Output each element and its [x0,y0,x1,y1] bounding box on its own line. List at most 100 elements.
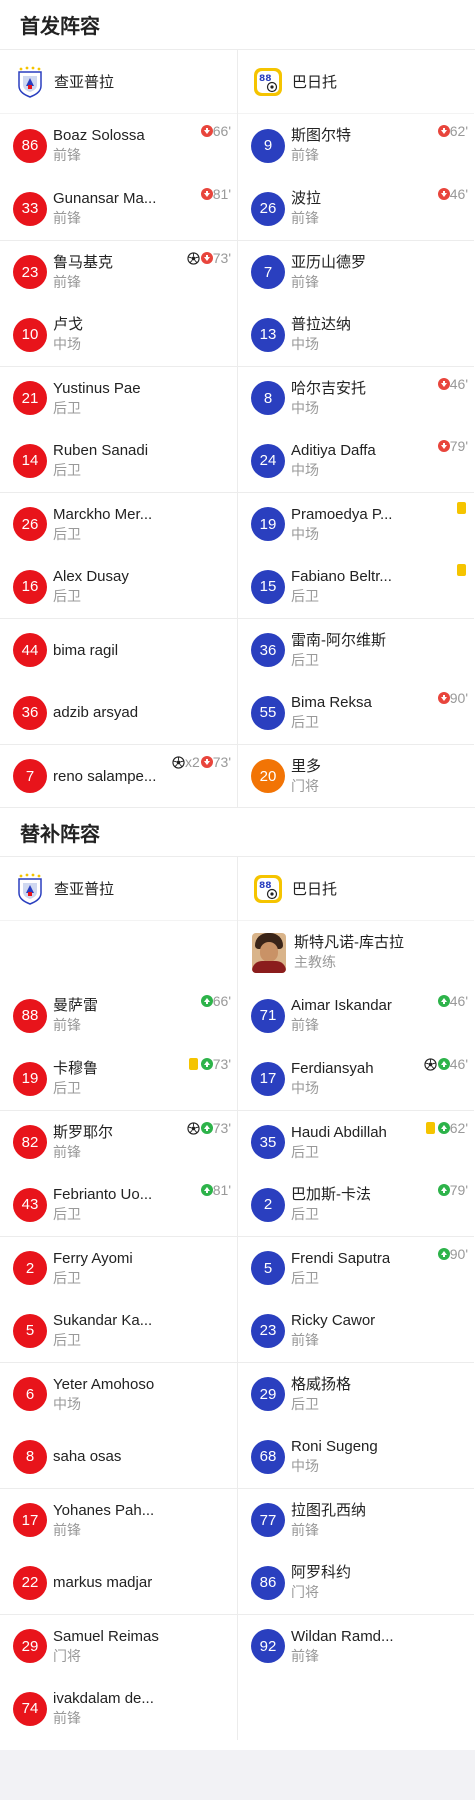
player-row[interactable]: 6 Yeter Amohoso 中场 [0,1362,237,1425]
player-row[interactable]: 5 Sukandar Ka... 后卫 [0,1299,237,1362]
player-position: 前锋 [53,1143,81,1160]
player-row[interactable]: 26 Marckho Mer... 后卫 [0,492,237,555]
player-name: adzib arsyad [53,704,139,721]
player-row[interactable]: 22 markus madjar [0,1551,237,1614]
player-row[interactable]: 88 曼萨雷 前锋 66' [0,984,237,1047]
subs-home-team-header[interactable]: 查亚普拉 [0,857,237,921]
sub-out-icon [200,188,213,200]
player-row[interactable]: 86 阿罗科约 门将 [238,1551,474,1614]
player-row[interactable]: 77 拉图孔西纳 前锋 [238,1488,474,1551]
jersey-number-badge: 7 [251,255,285,289]
player-name: 哈尔吉安托 [291,379,367,397]
player-position: 前锋 [53,1017,81,1033]
starting-home-column: 查亚普拉 86 Boaz Solossa 前锋 66' 33 Gunansar Ma...… [0,50,237,807]
player-name: 普拉达纳 [291,316,352,333]
jersey-number-badge: 5 [13,1313,47,1348]
player-events: 46' [423,1056,468,1072]
player-row[interactable]: 26 波拉 前锋 46' [238,177,474,240]
player-position: 后卫 [291,1269,319,1286]
player-row[interactable]: 13 普拉达纳 中场 [238,303,474,366]
jersey-number-badge: 71 [251,998,285,1033]
player-row[interactable]: 19 Pramoedya P... 中场 [238,492,474,555]
player-row[interactable]: 35 Haudi Abdillah 后卫 62' [238,1110,474,1173]
player-row[interactable]: 33 Gunansar Ma... 前锋 81' [0,177,237,240]
jersey-number-badge: 8 [251,381,285,415]
starting-home-team-header[interactable]: 查亚普拉 [0,50,237,114]
jersey-number-badge: 68 [251,1439,285,1474]
player-row[interactable]: 7 亚历山德罗 前锋 [238,240,474,303]
subs-away-team-header[interactable]: 88 巴日托 [238,857,474,921]
starting-home-team-name: 查亚普拉 [54,74,115,91]
player-name: Wildan Ramd... [291,1627,394,1645]
player-row[interactable]: 44 bima ragil [0,618,237,681]
sub-out-icon [437,125,450,137]
player-row[interactable]: 29 格威扬格 后卫 [238,1362,474,1425]
player-row[interactable]: 86 Boaz Solossa 前锋 66' [0,114,237,177]
player-row[interactable]: 8 哈尔吉安托 中场 46' [238,366,474,429]
player-name: Marckho Mer... [53,505,153,523]
coach-row[interactable]: 斯特凡诺-库古拉 主教练 [238,921,474,984]
coach-placeholder [0,921,237,984]
starting-lineup: 查亚普拉 86 Boaz Solossa 前锋 66' 33 Gunansar Ma...… [0,50,475,807]
player-row[interactable]: 5 Frendi Saputra 后卫 90' [238,1236,474,1299]
jersey-number-badge: 43 [13,1187,47,1222]
player-position: 后卫 [291,588,319,604]
player-row[interactable]: 8 saha osas [0,1425,237,1488]
sub-out-icon [437,440,450,452]
player-position: 门将 [291,1584,319,1600]
player-row[interactable]: 9 斯图尔特 前锋 62' [238,114,474,177]
player-row[interactable]: 55 Bima Reksa 后卫 90' [238,681,474,744]
player-row[interactable]: 15 Fabiano Beltr... 后卫 [238,555,474,618]
player-position: 中场 [291,525,319,542]
player-position: 前锋 [53,210,81,226]
player-row[interactable]: 74 ivakdalam de... 前锋 [0,1677,237,1740]
sub-minute: 79' [449,438,468,454]
yellow-card-icon [188,1058,198,1070]
starting-away-team-header[interactable]: 88 巴日托 [238,50,474,114]
player-row[interactable]: 17 Ferdiansyah 中场 46' [238,1047,474,1110]
player-name: Bima Reksa [291,694,372,711]
jersey-number-badge: 6 [13,1377,47,1411]
sub-minute: 66' [212,123,231,139]
jersey-number-badge: 26 [251,191,285,226]
jersey-number-badge: 15 [251,569,285,604]
player-row[interactable]: 16 Alex Dusay 后卫 [0,555,237,618]
player-row[interactable]: 71 Aimar Iskandar 前锋 46' [238,984,474,1047]
player-row[interactable]: 29 Samuel Reimas 门将 [0,1614,237,1677]
player-name: Yeter Amohoso [53,1375,155,1393]
player-row[interactable]: 10 卢戈 中场 [0,303,237,366]
player-row[interactable]: 36 雷南-阿尔维斯 后卫 [238,618,474,681]
player-row[interactable]: 7 reno salampe... x2 73' [0,744,237,807]
sub-in-icon [437,1058,450,1070]
jersey-number-badge: 9 [251,128,285,163]
lineup-page: 首发阵容 查亚普拉 86 Boaz Solossa 前锋 66' 33 Gunansar … [0,0,475,1750]
jersey-number-badge: 24 [251,443,285,478]
player-row[interactable]: 43 Febrianto Uo... 后卫 81' [0,1173,237,1236]
yellow-card-icon [457,502,466,514]
player-name: 鲁马基克 [53,253,114,271]
player-row[interactable]: 24 Aditiya Daffa 中场 79' [238,429,474,492]
persipura-logo-icon [14,66,46,98]
player-events [455,564,468,576]
player-row[interactable]: 23 鲁马基克 前锋 73' [0,240,237,303]
player-row[interactable]: 14 Ruben Sanadi 后卫 [0,429,237,492]
sub-in-icon [200,995,213,1007]
player-name: Roni Sugeng [291,1438,378,1455]
player-row[interactable]: 23 Ricky Cawor 前锋 [238,1299,474,1362]
player-row[interactable]: 2 巴加斯-卡法 后卫 79' [238,1173,474,1236]
player-row[interactable]: 17 Yohanes Pah... 前锋 [0,1488,237,1551]
player-name: 亚历山德罗 [291,253,367,271]
player-row[interactable]: 68 Roni Sugeng 中场 [238,1425,474,1488]
player-row[interactable]: 21 Yustinus Pae 后卫 [0,366,237,429]
player-position: 前锋 [291,147,319,163]
player-name: 里多 [291,757,322,775]
player-row[interactable]: 82 斯罗耶尔 前锋 73' [0,1110,237,1173]
player-events: 79' [437,1182,468,1198]
player-row[interactable]: 2 Ferry Ayomi 后卫 [0,1236,237,1299]
player-row[interactable]: 19 卡穆鲁 后卫 73' [0,1047,237,1110]
jersey-number-badge: 10 [13,317,47,352]
player-row[interactable]: 36 adzib arsyad [0,681,237,744]
player-name: 拉图孔西纳 [291,1501,367,1519]
player-row[interactable]: 92 Wildan Ramd... 前锋 [238,1614,474,1677]
player-row[interactable]: 20 里多 门将 [238,744,474,807]
